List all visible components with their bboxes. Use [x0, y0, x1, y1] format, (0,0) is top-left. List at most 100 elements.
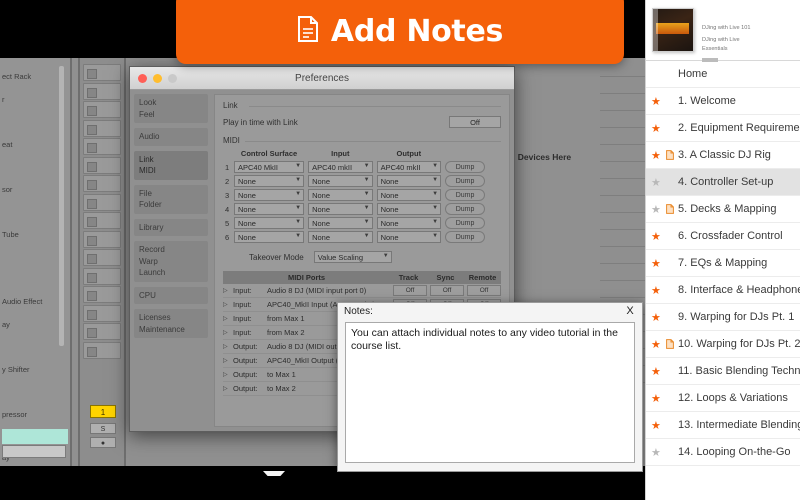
output-select[interactable]: None — [376, 203, 442, 215]
output-select[interactable]: APC40 mkII — [376, 161, 442, 173]
star-icon[interactable]: ★ — [651, 446, 664, 459]
clip-slot[interactable] — [83, 193, 121, 211]
clip-slot[interactable] — [83, 323, 121, 340]
preferences-tab-record[interactable]: Record Warp Launch — [134, 241, 208, 282]
clip-slot[interactable] — [83, 212, 121, 229]
expand-triangle-icon[interactable]: ▷ — [223, 357, 233, 364]
expand-triangle-icon[interactable]: ▷ — [223, 329, 233, 336]
preferences-tab-library[interactable]: Library — [134, 218, 208, 236]
minimize-window-button[interactable] — [153, 74, 162, 83]
takeover-mode-select[interactable]: Value Scaling — [313, 251, 392, 263]
notes-textarea[interactable] — [345, 322, 635, 463]
lesson-item-5[interactable]: ★ 5. Decks & Mapping — [646, 196, 800, 223]
lesson-item-13[interactable]: ★ 13. Intermediate Blending — [646, 412, 800, 439]
close-window-button[interactable] — [138, 74, 147, 83]
star-icon[interactable]: ★ — [651, 419, 664, 432]
browser-item-selected[interactable] — [2, 429, 68, 444]
course-lesson-list[interactable]: ★ Home ★ 1. Welcome ★ 2. Equipment Requiremen… — [646, 60, 800, 466]
lesson-item-3[interactable]: ★ 3. A Classic DJ Rig — [646, 142, 800, 169]
preferences-tab-licenses[interactable]: Licenses Maintenance — [134, 309, 208, 338]
lesson-item-10[interactable]: ★ 10. Warping for DJs Pt. 2 — [646, 331, 800, 358]
star-icon[interactable]: ★ — [651, 149, 664, 162]
control-surface-select[interactable]: APC40 MkII — [234, 161, 305, 173]
track-arm-button[interactable]: ● — [90, 437, 116, 448]
star-icon[interactable]: ★ — [651, 68, 664, 81]
star-icon[interactable]: ★ — [651, 338, 664, 351]
expand-triangle-icon[interactable]: ▷ — [223, 315, 233, 322]
expand-triangle-icon[interactable]: ▷ — [223, 287, 233, 294]
control-surface-select[interactable]: None — [234, 203, 305, 215]
clip-slot[interactable] — [83, 249, 121, 266]
star-icon[interactable]: ★ — [651, 203, 664, 216]
clip-slot[interactable] — [83, 230, 121, 248]
midi-track-toggle[interactable]: Off — [393, 285, 427, 296]
star-icon[interactable]: ★ — [651, 311, 664, 324]
scene-row[interactable] — [600, 281, 645, 298]
browser-scrollbar[interactable] — [59, 66, 64, 346]
star-icon[interactable]: ★ — [651, 230, 664, 243]
dump-button[interactable]: Dump — [445, 175, 486, 187]
dump-button[interactable]: Dump — [445, 161, 486, 173]
control-surface-select[interactable]: None — [234, 231, 305, 243]
play-in-time-toggle[interactable]: Off — [449, 116, 501, 128]
scene-row[interactable] — [600, 128, 645, 145]
scene-row[interactable] — [600, 264, 645, 281]
scene-row[interactable] — [600, 145, 645, 162]
note-indicator-icon[interactable] — [664, 150, 676, 160]
lesson-item-8[interactable]: ★ 8. Interface & Headphones — [646, 277, 800, 304]
clip-slot[interactable] — [83, 286, 121, 303]
scene-row[interactable] — [600, 230, 645, 247]
clip-slot[interactable] — [83, 267, 121, 285]
input-select[interactable]: None — [308, 203, 373, 215]
preferences-tab-cpu[interactable]: CPU — [134, 286, 208, 304]
expand-triangle-icon[interactable]: ▷ — [223, 301, 233, 308]
dump-button[interactable]: Dump — [445, 217, 486, 229]
expand-triangle-icon[interactable]: ▷ — [223, 343, 233, 350]
output-select[interactable]: None — [376, 175, 442, 187]
scene-row[interactable] — [600, 179, 645, 196]
note-indicator-icon[interactable] — [664, 204, 676, 214]
expand-triangle-icon[interactable]: ▷ — [223, 371, 233, 378]
dump-button[interactable]: Dump — [445, 231, 486, 243]
clip-slot[interactable] — [83, 101, 121, 118]
input-select[interactable]: None — [308, 217, 373, 229]
star-icon[interactable]: ★ — [651, 284, 664, 297]
control-surface-select[interactable]: None — [234, 175, 305, 187]
lesson-item-14[interactable]: ★ 14. Looping On-the-Go — [646, 439, 800, 466]
scene-row[interactable] — [600, 247, 645, 264]
preferences-tab-audio[interactable]: Audio — [134, 128, 208, 146]
preferences-tab-file[interactable]: File Folder — [134, 184, 208, 214]
track-solo-button[interactable]: S — [90, 423, 116, 434]
dump-button[interactable]: Dump — [445, 189, 486, 201]
star-icon[interactable]: ★ — [651, 122, 664, 135]
output-select[interactable]: None — [376, 231, 442, 243]
browser-search-field[interactable] — [2, 445, 66, 458]
maximize-window-button[interactable] — [168, 74, 177, 83]
lesson-item-6[interactable]: ★ 6. Crossfader Control — [646, 223, 800, 250]
scene-row[interactable] — [600, 111, 645, 128]
scene-row[interactable] — [600, 162, 645, 179]
video-stage[interactable]: ect Rack r eat sor Tube Audio Effect ay y Shift… — [0, 0, 645, 476]
clip-slot[interactable] — [83, 175, 121, 192]
midi-sync-toggle[interactable]: Off — [430, 285, 464, 296]
lesson-item-4[interactable]: ★ 4. Controller Set-up — [646, 169, 800, 196]
input-select[interactable]: None — [308, 231, 373, 243]
scene-row[interactable] — [600, 77, 645, 94]
scene-row[interactable] — [600, 196, 645, 213]
lesson-item-12[interactable]: ★ 12. Loops & Variations — [646, 385, 800, 412]
clip-slot[interactable] — [83, 304, 121, 322]
preferences-tab-look[interactable]: Look Feel — [134, 94, 208, 123]
star-icon[interactable]: ★ — [651, 95, 664, 108]
scene-row[interactable] — [600, 94, 645, 111]
dump-button[interactable]: Dump — [445, 203, 486, 215]
lesson-item-9[interactable]: ★ 9. Warping for DJs Pt. 1 — [646, 304, 800, 331]
control-surface-select[interactable]: None — [234, 189, 305, 201]
scene-row[interactable] — [600, 213, 645, 230]
clip-slot[interactable] — [83, 341, 121, 359]
input-select[interactable]: None — [308, 175, 373, 187]
browser-item[interactable]: pressor — [0, 404, 70, 427]
output-select[interactable]: None — [376, 189, 442, 201]
note-indicator-icon[interactable] — [664, 339, 676, 349]
lesson-item-0[interactable]: ★ Home — [646, 61, 800, 88]
star-icon[interactable]: ★ — [651, 257, 664, 270]
